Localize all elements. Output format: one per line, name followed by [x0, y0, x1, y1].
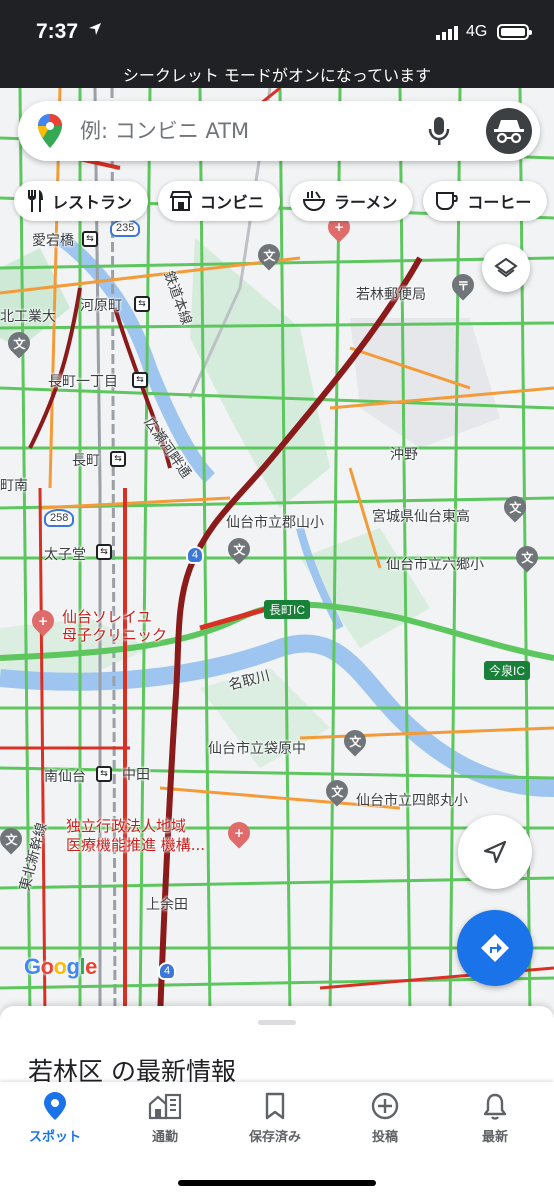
- map-label-fukurohara-school[interactable]: 仙台市立袋原中: [208, 738, 306, 758]
- layers-button[interactable]: [482, 244, 530, 292]
- maps-pin-logo-icon: [38, 114, 62, 148]
- station-icon[interactable]: ⇆: [82, 231, 98, 247]
- network-type: 4G: [466, 23, 488, 40]
- map-label-nagamachi-minami[interactable]: 町南: [0, 475, 28, 495]
- nav-label: 通勤: [151, 1130, 178, 1145]
- map-label-kawaramachi[interactable]: 河原町: [80, 295, 122, 315]
- fork-knife-icon: [28, 190, 43, 212]
- nav-label: 投稿: [371, 1130, 398, 1145]
- nav-label: スポット: [28, 1130, 81, 1145]
- directions-button[interactable]: [457, 910, 533, 986]
- route-shield-258: 258: [44, 509, 75, 527]
- map-label-taishido[interactable]: 太子堂: [44, 544, 86, 564]
- map-label-medical-agency-2[interactable]: 医療機能推進 機構...: [66, 834, 205, 855]
- microphone-icon[interactable]: [428, 115, 450, 147]
- bookmark-icon: [265, 1092, 285, 1120]
- map-label-rokugo-school[interactable]: 仙台市立六郷小: [386, 554, 484, 574]
- nav-saved[interactable]: 保存済み: [220, 1092, 330, 1145]
- incognito-banner: シークレット モードがオンになっています: [122, 66, 432, 85]
- station-icon[interactable]: ⇆: [96, 766, 112, 782]
- chip-ramen[interactable]: ラーメン: [290, 181, 414, 221]
- map-label-sendai-higashi[interactable]: 宮城県仙台東高: [372, 506, 470, 526]
- navigation-arrow-icon: [483, 840, 507, 864]
- route-shield-4: 4: [158, 962, 177, 980]
- sheet-drag-handle[interactable]: [258, 1020, 296, 1025]
- nav-commute[interactable]: 通勤: [110, 1092, 220, 1145]
- bottom-sheet[interactable]: 若林区 の最新情報: [0, 1006, 554, 1086]
- chip-label: レストラン: [52, 193, 133, 212]
- ramen-bowl-icon: [303, 191, 326, 212]
- station-icon[interactable]: ⇆: [132, 372, 148, 388]
- battery-icon: [497, 24, 532, 40]
- chip-restaurant[interactable]: レストラン: [14, 181, 149, 221]
- nav-label: 最新: [481, 1130, 508, 1145]
- map-label-nakada[interactable]: 中田: [122, 764, 150, 784]
- chip-convenience-store[interactable]: コンビニ: [158, 181, 281, 221]
- map-label-aitagobashi[interactable]: 愛宕橋: [32, 230, 74, 250]
- my-location-button[interactable]: [458, 815, 532, 889]
- commute-icon: [148, 1093, 182, 1120]
- station-icon[interactable]: ⇆: [134, 296, 150, 312]
- imaizumi-ic-badge[interactable]: 今泉IC: [484, 661, 531, 680]
- map-label-nagamachi-1[interactable]: 長町一丁目: [48, 371, 118, 391]
- map-label-medical-agency-1[interactable]: 独立行政法人地域: [66, 815, 186, 836]
- status-time: 7:37: [36, 20, 79, 43]
- signal-bars-icon: [436, 26, 458, 40]
- incognito-icon: [494, 120, 524, 144]
- nav-contribute[interactable]: 投稿: [330, 1092, 440, 1145]
- coffee-cup-icon: [436, 192, 459, 210]
- map-label-tohoku-kogyo[interactable]: 北工業大: [0, 306, 56, 326]
- map-label-nagamachi[interactable]: 長町: [72, 450, 100, 470]
- chip-label: コーヒー: [467, 193, 532, 212]
- bell-icon: [483, 1093, 507, 1120]
- map-label-koriyama-school[interactable]: 仙台市立郡山小: [226, 512, 324, 532]
- map-label-shiroumaru-school[interactable]: 仙台市立四郎丸小: [356, 790, 468, 810]
- chip-label: コンビニ: [200, 193, 265, 212]
- chip-coffee[interactable]: コーヒー: [423, 181, 548, 221]
- chip-label: ラーメン: [334, 193, 398, 212]
- layers-icon: [494, 257, 518, 278]
- map-label-okino[interactable]: 沖野: [390, 444, 418, 464]
- location-arrow-icon: [89, 23, 101, 35]
- station-icon[interactable]: ⇆: [96, 544, 112, 560]
- station-icon[interactable]: ⇆: [110, 451, 126, 467]
- map-label-wakabayashi-post[interactable]: 若林郵便局: [356, 284, 426, 304]
- search-input[interactable]: [80, 117, 420, 145]
- map-label-minami-sendai[interactable]: 南仙台: [44, 766, 86, 786]
- map-label-mother-clinic[interactable]: 母子クリニック: [62, 624, 167, 645]
- home-indicator[interactable]: [178, 1180, 376, 1186]
- incognito-avatar-icon[interactable]: [486, 108, 532, 154]
- nav-label: 保存済み: [248, 1130, 301, 1145]
- nav-updates[interactable]: 最新: [440, 1092, 550, 1145]
- location-pin-icon: [44, 1092, 66, 1120]
- add-circle-icon: [371, 1092, 399, 1120]
- map-label-kamiyoda[interactable]: 上余田: [146, 894, 188, 914]
- nagamachi-ic-badge[interactable]: 長町IC: [264, 600, 311, 619]
- google-logo: Google: [24, 954, 97, 979]
- route-shield-4: 4: [186, 546, 205, 564]
- search-bar[interactable]: [18, 101, 540, 161]
- store-icon: [170, 191, 193, 211]
- category-chips: レストラン コンビニ ラーメン コーヒー: [14, 181, 548, 223]
- status-bar: 7:37 4G シークレット モードがオンになっています: [0, 0, 554, 88]
- directions-icon: [481, 934, 509, 962]
- nav-explore[interactable]: スポット: [0, 1092, 110, 1145]
